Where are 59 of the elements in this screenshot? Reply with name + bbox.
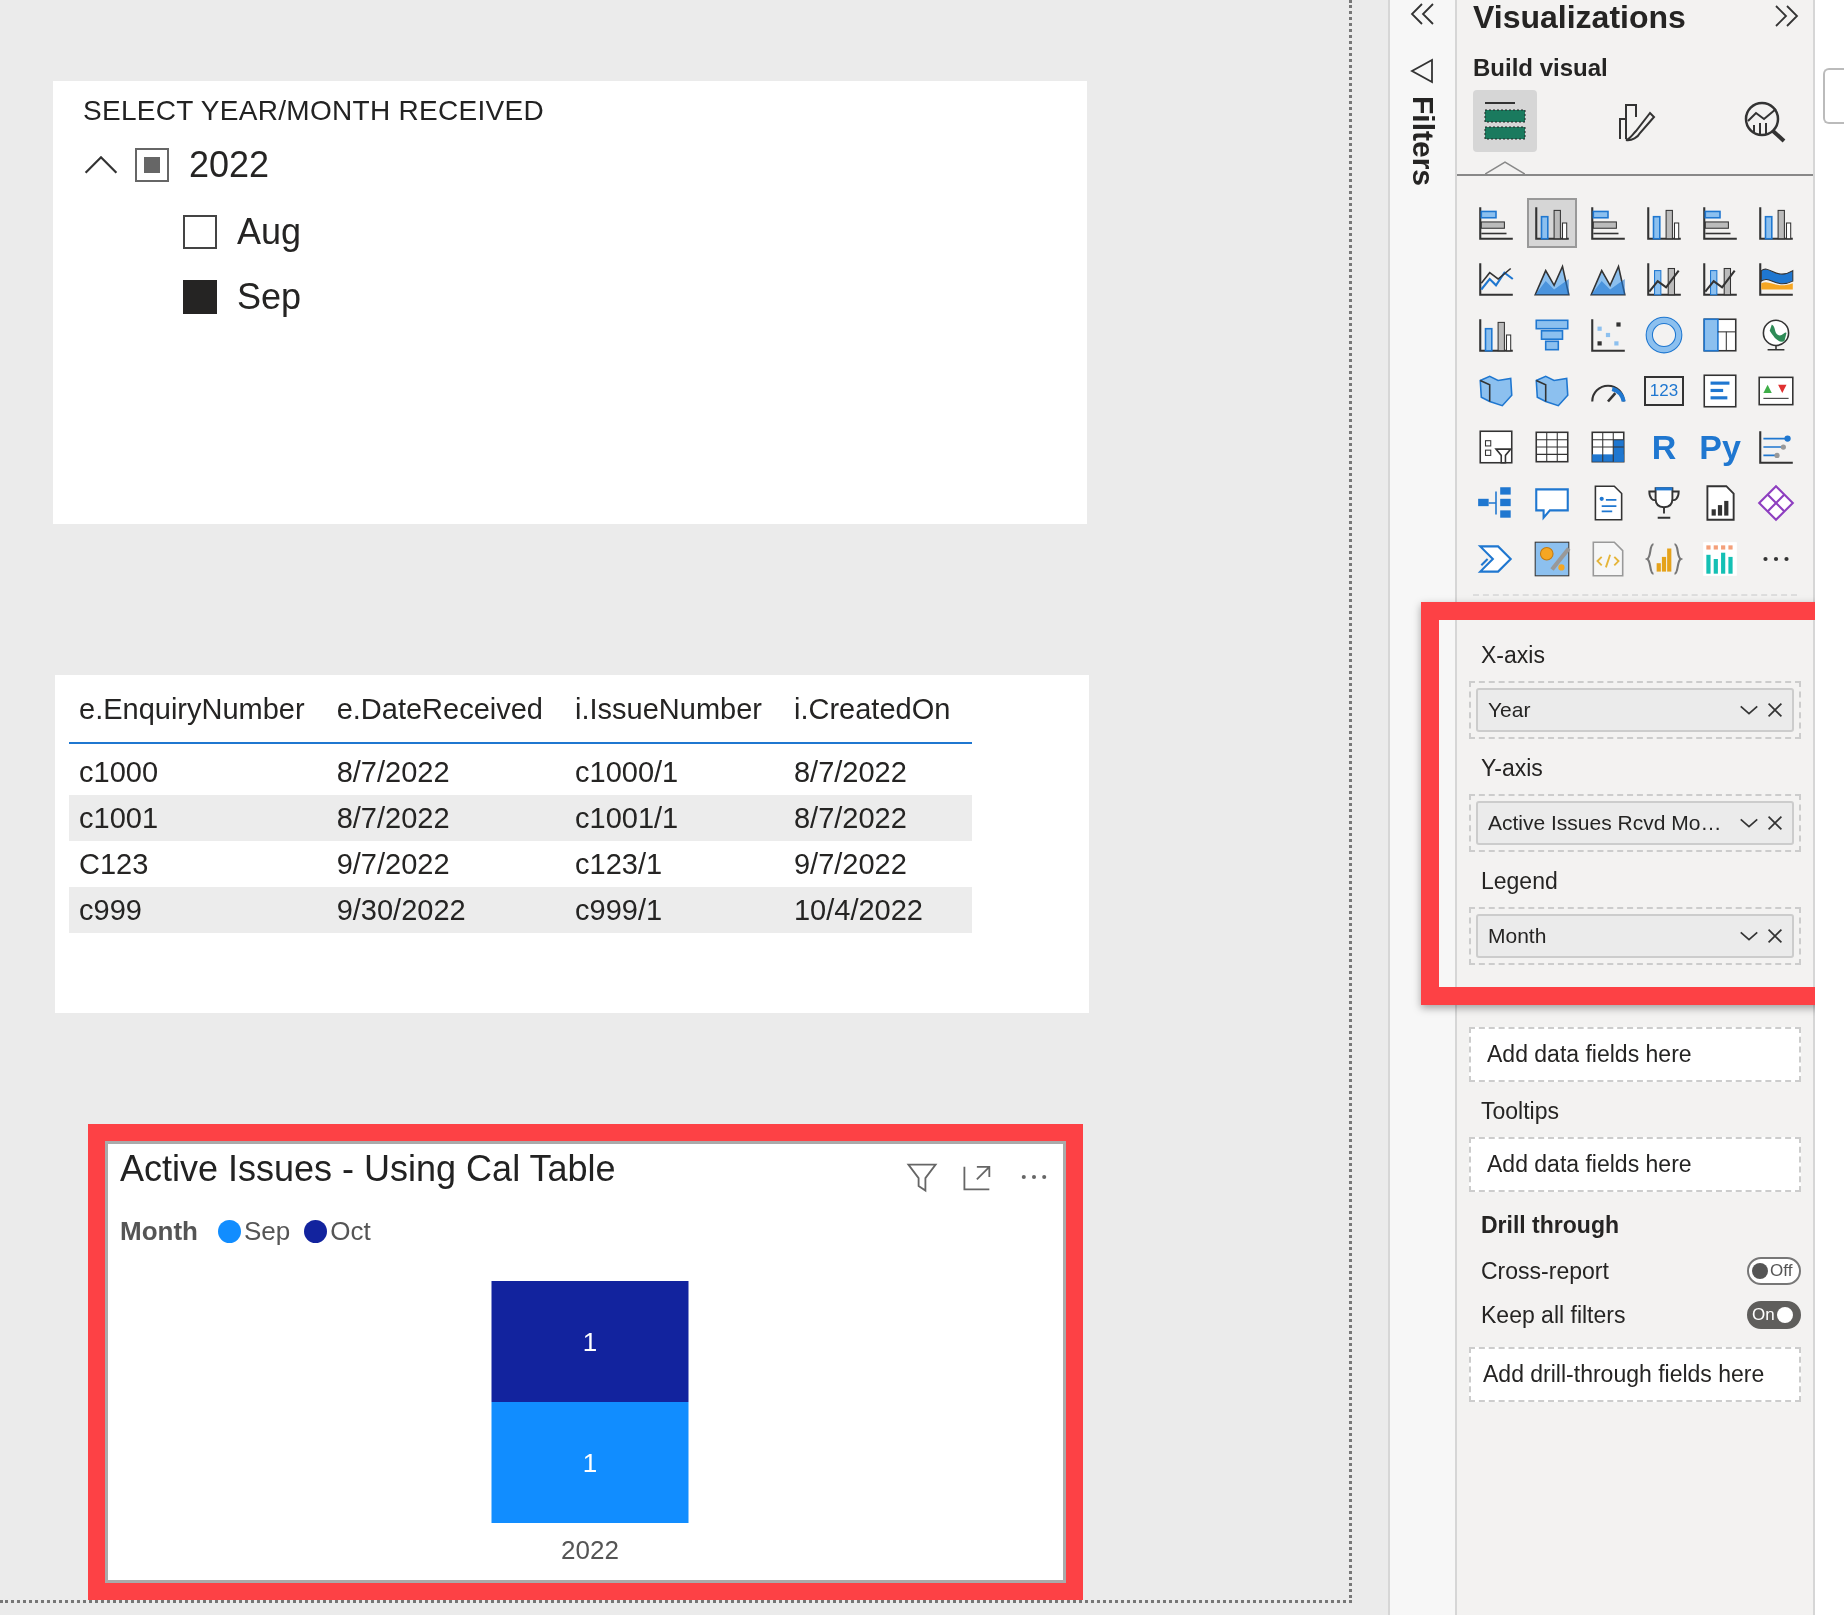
checkbox[interactable] xyxy=(135,148,169,182)
data-label: 1 xyxy=(582,1326,598,1357)
column-header[interactable]: e.DateReceived xyxy=(326,689,565,744)
checkbox[interactable] xyxy=(183,214,217,249)
table-cell: c1000 xyxy=(69,743,327,796)
table-cell: 8/7/2022 xyxy=(783,743,973,796)
table-cell: c123/1 xyxy=(565,841,784,888)
section-title: Build visual xyxy=(1472,53,1609,82)
column-header[interactable]: i.CreatedOn xyxy=(783,689,973,744)
table-cell: c999/1 xyxy=(565,887,784,934)
month-label: Sep xyxy=(237,275,302,318)
visual-type-button[interactable]: Py xyxy=(1695,422,1745,472)
field-pill[interactable]: Month xyxy=(1476,914,1794,958)
filters-pane-label[interactable]: Filters xyxy=(1405,96,1440,187)
axis-label: 2022 xyxy=(561,1534,619,1565)
column-header[interactable]: e.EnquiryNumber xyxy=(69,689,327,744)
year-label: 2022 xyxy=(189,144,270,186)
checkbox[interactable] xyxy=(183,279,217,314)
chart-title: Active Issues - Using Cal Table xyxy=(120,1147,616,1190)
well-label: X-axis xyxy=(1480,641,1546,670)
table-cell: c1001 xyxy=(69,795,327,842)
well-label: Tooltips xyxy=(1480,1097,1560,1126)
column-header[interactable]: i.IssueNumber xyxy=(565,689,784,744)
slicer-title: SELECT YEAR/MONTH RECEIVED xyxy=(83,95,546,127)
table-cell: c1000/1 xyxy=(565,743,784,796)
field-pill[interactable]: Year xyxy=(1476,688,1794,732)
section-title: Drill through xyxy=(1480,1211,1620,1240)
pane-title: Visualizations xyxy=(1473,0,1686,36)
table-cell: C123 xyxy=(69,841,327,888)
fields-tab[interactable] xyxy=(1473,90,1537,152)
table-cell: c1001/1 xyxy=(565,795,784,842)
drop-zone[interactable]: Add drill-through fields here xyxy=(1469,1347,1801,1402)
stacked-column-chart-icon[interactable] xyxy=(1527,198,1577,248)
table-cell: 9/7/2022 xyxy=(326,841,565,888)
toggle-label: Keep all filters xyxy=(1481,1301,1626,1329)
table-cell: 10/4/2022 xyxy=(783,887,973,934)
toggle-switch[interactable]: On xyxy=(1747,1301,1801,1329)
table-cell: 8/7/2022 xyxy=(326,795,565,842)
table-cell: c999 xyxy=(69,887,327,934)
well-label: Y-axis xyxy=(1480,754,1544,783)
bar-segment[interactable] xyxy=(491,1280,689,1402)
legend-label[interactable]: Oct xyxy=(330,1215,371,1247)
toggle-switch[interactable]: Off xyxy=(1747,1257,1801,1285)
field-pill[interactable]: Active Issues Rcvd Mo… xyxy=(1476,801,1794,845)
chevron-icon[interactable] xyxy=(83,154,119,176)
legend-title: Month xyxy=(120,1215,198,1247)
data-label: 1 xyxy=(582,1447,598,1478)
table-cell: 9/30/2022 xyxy=(326,887,565,934)
well-label: Legend xyxy=(1480,867,1559,896)
table-cell: 8/7/2022 xyxy=(326,743,565,796)
legend-label[interactable]: Sep xyxy=(243,1215,291,1247)
table-cell: 9/7/2022 xyxy=(783,841,973,888)
table-cell: 8/7/2022 xyxy=(783,795,973,842)
drop-zone[interactable]: Add data fields here xyxy=(1469,1137,1801,1192)
drop-zone[interactable]: Add data fields here xyxy=(1469,1027,1801,1082)
toggle-label: Cross-report xyxy=(1481,1257,1609,1285)
visual-type-button[interactable]: R xyxy=(1639,422,1689,472)
month-label: Aug xyxy=(237,210,302,253)
pane-handle[interactable] xyxy=(1823,68,1844,124)
